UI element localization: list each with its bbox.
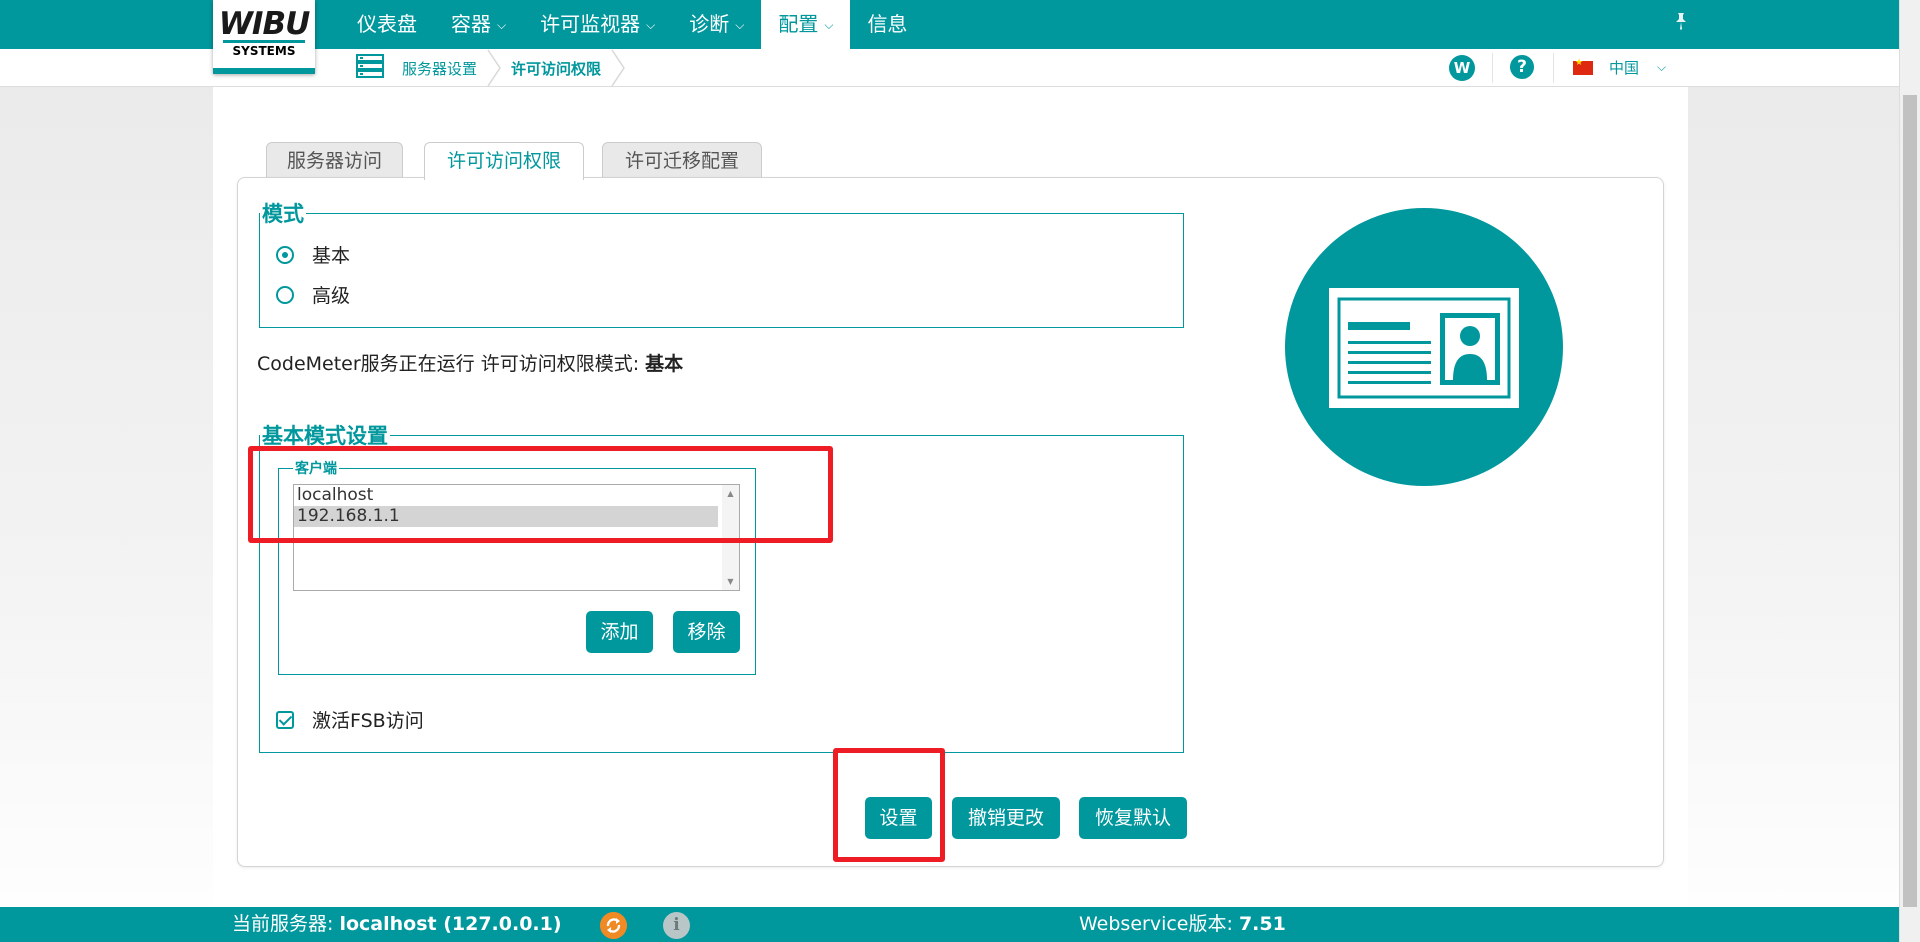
nav-containers[interactable]: 容器 ⌵ <box>434 0 523 49</box>
nav-containers-label: 容器 <box>451 12 491 36</box>
tab-license-migration[interactable]: 许可迁移配置 <box>602 142 762 178</box>
nav-license-monitor-label: 许可监视器 <box>540 12 641 36</box>
chevron-down-icon: ⌵ <box>646 18 656 32</box>
version-value: 7.51 <box>1238 913 1286 935</box>
mode-legend: 模式 <box>262 202 304 226</box>
chevron-down-icon: ⌵ <box>497 18 507 32</box>
highlight-box-clients <box>248 446 833 543</box>
language-selector[interactable]: 中国 <box>1609 49 1639 87</box>
nav-diagnostics-label: 诊断 <box>689 12 730 36</box>
breadcrumb-label: 服务器设置 <box>402 59 478 78</box>
main-nav: 仪表盘 容器 ⌵ 许可监视器 ⌵ 诊断 ⌵ 配置 ⌵ 信息 <box>340 0 924 51</box>
fsb-label: 激活FSB访问 <box>312 710 424 732</box>
logo-wordmark: WIBU <box>218 6 311 42</box>
nav-info-label: 信息 <box>867 12 908 36</box>
tab-label: 许可迁移配置 <box>624 150 739 172</box>
china-flag-icon <box>1573 58 1593 75</box>
version-label: Webservice版本: <box>1079 913 1239 935</box>
webservice-version: Webservice版本: 7.51 <box>1079 907 1286 942</box>
status-footer: 当前服务器: localhost (127.0.0.1) i Webservic… <box>0 907 1899 942</box>
wibu-help-icon[interactable]: W <box>1449 55 1475 81</box>
nav-dashboard[interactable]: 仪表盘 <box>340 0 434 49</box>
radio-basic-label: 基本 <box>312 245 351 267</box>
status-text: CodeMeter服务正在运行 许可访问权限模式: <box>257 353 646 375</box>
server-icon <box>356 54 384 78</box>
restore-defaults-button[interactable]: 恢复默认 <box>1079 797 1187 839</box>
tab-label: 许可访问权限 <box>446 150 561 172</box>
nav-dashboard-label: 仪表盘 <box>357 12 417 36</box>
question-icon[interactable]: ? <box>1510 55 1534 79</box>
breadcrumb-server-settings[interactable]: 服务器设置 <box>402 49 477 87</box>
add-client-button[interactable]: 添加 <box>586 611 653 653</box>
tab-server-access[interactable]: 服务器访问 <box>266 142 403 178</box>
breadcrumb: 服务器设置 许可访问权限 <box>402 49 635 87</box>
fsb-access-option[interactable]: 激活FSB访问 <box>276 706 424 733</box>
breadcrumb-separator-icon <box>487 49 501 87</box>
breadcrumb-label: 许可访问权限 <box>511 59 602 78</box>
radio-advanced[interactable] <box>276 285 294 304</box>
info-icon[interactable]: i <box>663 912 690 939</box>
breadcrumb-license-access[interactable]: 许可访问权限 <box>511 49 601 87</box>
wibu-logo[interactable]: WIBU SYSTEMS <box>213 0 315 74</box>
tab-license-access[interactable]: 许可访问权限 <box>424 142 584 180</box>
current-server-value: localhost (127.0.0.1) <box>339 913 562 935</box>
chevron-down-icon: ⌵ <box>735 18 745 32</box>
chevron-down-icon: ⌵ <box>824 18 834 32</box>
status-mode-value: 基本 <box>645 353 684 375</box>
nav-info[interactable]: 信息 <box>850 0 924 49</box>
logo-bar <box>213 68 315 74</box>
current-server-label: 当前服务器: <box>232 913 340 935</box>
fsb-checkbox[interactable] <box>276 710 294 729</box>
license-card-icon <box>1285 208 1563 486</box>
chevron-down-icon[interactable]: ⌵ <box>1657 49 1666 85</box>
scroll-down-icon[interactable]: ▼ <box>722 577 739 586</box>
undo-changes-button[interactable]: 撤销更改 <box>952 797 1060 839</box>
divider <box>1553 53 1554 83</box>
logo-subtitle: SYSTEMS <box>223 40 305 58</box>
nav-configuration[interactable]: 配置 ⌵ <box>761 0 851 51</box>
service-status: CodeMeter服务正在运行 许可访问权限模式: 基本 <box>257 349 683 376</box>
radio-advanced-label: 高级 <box>312 285 351 307</box>
mode-fieldset: 模式 <box>259 198 1184 328</box>
radio-basic[interactable] <box>276 245 294 264</box>
mode-basic-option[interactable]: 基本 <box>276 241 350 268</box>
nav-diagnostics[interactable]: 诊断 ⌵ <box>672 0 761 49</box>
current-server: 当前服务器: localhost (127.0.0.1) <box>232 907 562 942</box>
divider <box>1492 53 1493 83</box>
nav-license-monitor[interactable]: 许可监视器 ⌵ <box>523 0 672 49</box>
scrollbar-thumb[interactable] <box>1903 95 1917 907</box>
nav-configuration-label: 配置 <box>778 12 819 36</box>
remove-client-button[interactable]: 移除 <box>673 611 740 653</box>
sync-icon[interactable] <box>600 912 627 939</box>
highlight-box-set <box>833 748 945 862</box>
page-scrollbar[interactable] <box>1899 0 1920 942</box>
mode-advanced-option[interactable]: 高级 <box>276 281 350 308</box>
pin-icon[interactable] <box>1671 11 1691 31</box>
breadcrumb-separator-icon <box>611 49 625 87</box>
tab-label: 服务器访问 <box>286 150 382 172</box>
